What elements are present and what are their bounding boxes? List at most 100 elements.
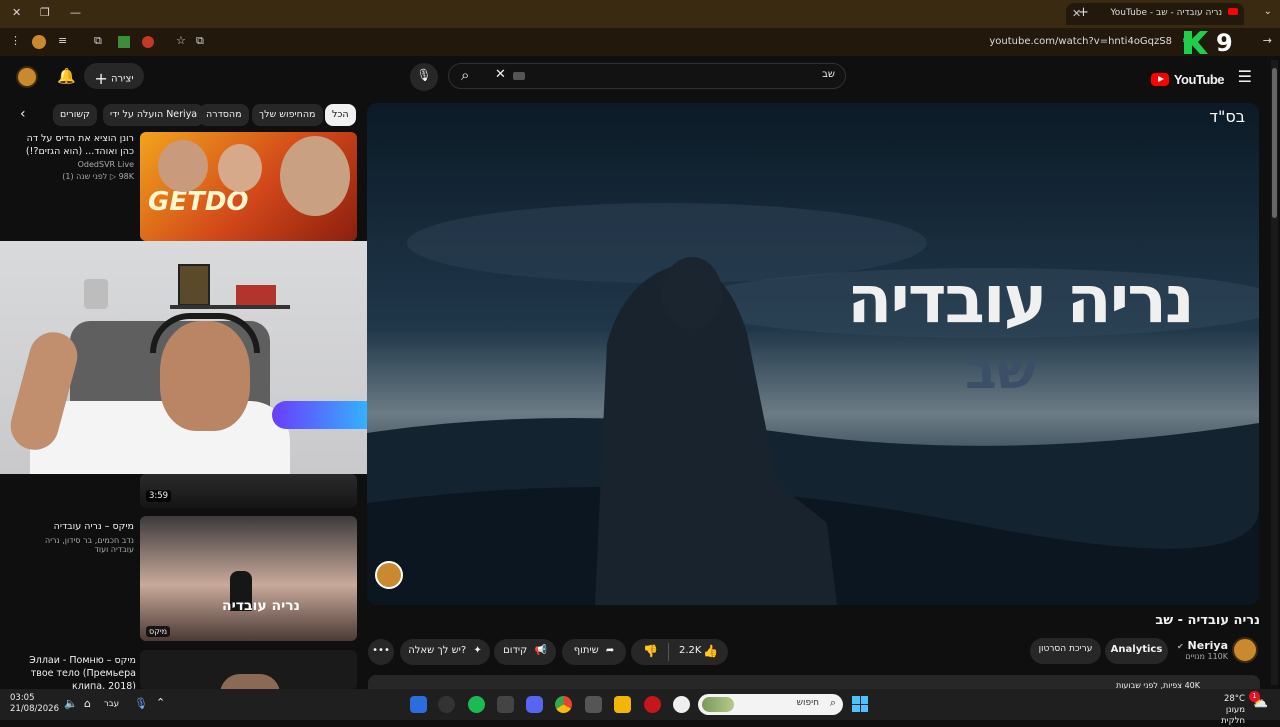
analytics-button[interactable]: Analytics (1105, 638, 1168, 664)
youtube-play-icon (1150, 73, 1169, 86)
search-icon[interactable]: ⌕ (461, 66, 469, 84)
description-box[interactable]: 40K צפיות, לפני שבועות (368, 675, 1260, 689)
browser-menu-icon[interactable]: ⋮ (10, 34, 21, 47)
network-icon[interactable]: ⌂ (84, 697, 91, 710)
extension-icon[interactable] (118, 36, 130, 48)
sidebar-thumb-2[interactable]: 3:59 (140, 474, 357, 508)
video-player[interactable]: בס"ד נריה עובדיה שב (367, 103, 1259, 605)
reading-list-icon[interactable]: ≡ (58, 34, 67, 47)
chips-prev-chevron-icon[interactable]: ‹ (20, 106, 26, 122)
taskbar-search[interactable]: חיפוש ⌕ (698, 694, 843, 715)
keyboard-icon[interactable] (513, 72, 525, 80)
chip-from-search[interactable]: מהחיפוש שלך (252, 104, 323, 126)
channel-name-row: ✔ Neriya (1168, 639, 1228, 652)
channel-watermark[interactable] (375, 561, 403, 589)
sidebar-item-meta: 98K ▷ לפני שנה (1) (62, 172, 134, 181)
tab-list-chevron-icon[interactable]: ⌄ (1264, 6, 1272, 17)
taskbar-app-f-icon[interactable] (410, 696, 427, 713)
subscriber-count: 110K מנויים (1185, 652, 1228, 661)
taskbar-chrome-icon[interactable] (555, 696, 572, 713)
microphone-rgb (272, 401, 382, 429)
sidebar-item-4-info[interactable]: מיקס – Эллаи - Помню твое тело (Премьера… (10, 654, 136, 693)
new-tab-icon[interactable]: + (1078, 5, 1089, 20)
sidebar-thumb-4[interactable] (140, 650, 357, 690)
share-button[interactable]: שיתוף ➦ (562, 639, 626, 665)
windows-start-icon[interactable] (852, 696, 868, 712)
page-scrollbar[interactable] (1271, 60, 1278, 685)
taskbar-obs-icon[interactable] (438, 696, 455, 713)
youtube-logo[interactable]: YouTube (1150, 69, 1225, 88)
clock-time: 03:05 (10, 693, 35, 703)
create-label: יצירה (111, 73, 134, 85)
forward-arrow-icon[interactable]: → (1263, 34, 1272, 47)
search-box[interactable]: ⌕ ✕ שב (448, 63, 846, 89)
channel-info[interactable]: ✔ Neriya 110K מנויים (1168, 639, 1228, 661)
taskbar-app-3-icon[interactable] (644, 696, 661, 713)
notifications-bell-icon[interactable]: 🔔 (57, 67, 76, 85)
volume-icon[interactable]: 🔈 (64, 697, 78, 710)
dislike-icon[interactable]: 👎 (643, 644, 658, 658)
taskbar-file-explorer-icon[interactable] (614, 696, 631, 713)
chip-series[interactable]: מהסדרה (199, 104, 249, 126)
window-close-icon[interactable]: ✕ (12, 6, 21, 19)
clock[interactable]: 03:05 21/08/2026 (10, 693, 59, 715)
sidebar-thumb-3[interactable]: נריה עובדיה מיקס (140, 516, 357, 641)
create-button[interactable]: + יצירה (84, 63, 144, 89)
bookmark-star-icon[interactable]: ☆ (176, 34, 186, 47)
like-count[interactable]: 2.2K (679, 645, 701, 656)
sidebar-thumb-1[interactable]: GETDO (140, 132, 357, 241)
hamburger-menu-icon[interactable]: ☰ (1238, 67, 1252, 86)
clear-search-icon[interactable]: ✕ (495, 67, 506, 82)
chip-uploaded-by[interactable]: הועלה על ידי Neriya (103, 104, 205, 126)
like-divider (668, 643, 669, 661)
taskbar-app-2-icon[interactable] (585, 696, 602, 713)
voice-search-mic-icon[interactable]: 🎙 (410, 63, 438, 91)
scrollbar-thumb[interactable] (1272, 68, 1277, 218)
sidebar-item-channel: נדב חכמים, בר סידון, נריה עובדיה ועוד (44, 536, 134, 554)
chip-related[interactable]: קשורים (53, 104, 97, 126)
taskbar-app-icon[interactable] (497, 696, 514, 713)
tray-overflow-icon[interactable]: ⌃ (156, 696, 165, 709)
taskbar-search-icon: ⌕ (829, 696, 836, 709)
extensions-icon[interactable]: ⧉ (94, 34, 102, 48)
channel-logo-text: 9 (1216, 29, 1233, 57)
extension-badge-icon[interactable] (142, 36, 154, 48)
window-minimize-icon[interactable]: — (70, 6, 81, 19)
channel-avatar[interactable] (1232, 637, 1258, 663)
video-title: נריה עובדיה - שב (1155, 613, 1260, 628)
player-subtitle-art: שב (965, 341, 1037, 401)
thumb-duration: 3:59 (146, 490, 172, 502)
youtube-header: 🔔 + יצירה 🎙 ⌕ ✕ שב YouTube ☰ (0, 56, 1280, 98)
more-actions-icon[interactable]: ••• (368, 639, 394, 665)
like-icon[interactable]: 👍 (703, 644, 718, 658)
chip-all[interactable]: הכל (325, 104, 356, 126)
weather-widget[interactable]: 28°C מעונן חלקית (1200, 694, 1245, 727)
mix-badge: מיקס (146, 626, 171, 637)
taskbar-app-4-icon[interactable] (673, 696, 690, 713)
profile-avatar-icon[interactable] (32, 35, 46, 49)
taskbar-search-input[interactable]: חיפוש (797, 698, 819, 708)
browser-tab[interactable]: נריה עובדיה - שב - YouTube ✕ (1066, 3, 1244, 25)
plus-icon: + (94, 69, 108, 88)
thumb-figure (220, 674, 280, 690)
sidebar-item-3-info[interactable]: מיקס – נריה עובדיה נדב חכמים, בר סידון, … (20, 520, 134, 554)
notification-badge: 1 (1249, 691, 1260, 702)
language-indicator[interactable]: עבר (104, 699, 119, 709)
ask-label: יש לך שאלה? (408, 645, 467, 656)
url-text[interactable]: youtube.com/watch?v=hnti4oGqzS8 (989, 36, 1172, 47)
promote-button[interactable]: קידום 📢 (494, 639, 556, 665)
window-restore-icon[interactable]: ❐ (40, 6, 50, 19)
sidebar-item-channel: OdedSVR Live (77, 160, 134, 169)
taskbar-spotify-icon[interactable] (468, 696, 485, 713)
mic-tray-icon[interactable]: 🎙 (134, 697, 148, 710)
ask-ai-button[interactable]: יש לך שאלה? ✦ (400, 639, 490, 665)
player-title-art: נריה עובדיה (847, 261, 1195, 338)
search-input[interactable]: שב (822, 69, 835, 80)
open-in-app-icon[interactable]: ⧉ (196, 34, 204, 48)
taskbar-discord-icon[interactable] (526, 696, 543, 713)
sidebar-item-1-info[interactable]: רונן הוציא את הדיס על דה כהן ואוהד... (ה… (24, 132, 134, 181)
share-arrow-icon: ➦ (605, 645, 615, 656)
user-avatar[interactable] (16, 66, 38, 88)
edit-video-button[interactable]: עריכת הסרטון (1030, 638, 1101, 664)
shelf-item (236, 285, 276, 305)
